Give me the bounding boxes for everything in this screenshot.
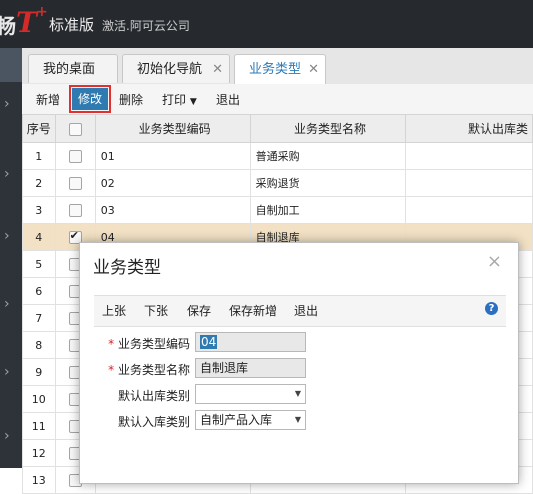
chevron-right-icon[interactable]: › [4,296,10,312]
row-checkbox[interactable] [68,203,82,217]
row-seq: 6 [22,277,56,305]
row-seq: 12 [22,439,56,467]
brand-partial-text: 畅 [0,14,16,38]
default-out-label: 默认出库类别 [117,389,190,403]
select-all-checkbox[interactable] [68,122,82,136]
chevron-right-icon[interactable]: › [4,166,10,182]
row-name: 采购退货 [249,169,407,197]
row-seq: 3 [22,196,56,224]
chevron-right-icon[interactable]: › [4,228,10,244]
default-in-label: 默认入库类别 [117,415,190,429]
close-icon[interactable]: ✕ [212,55,223,84]
dropdown-arrow-icon[interactable]: ▼ [295,385,301,403]
row-code: 02 [94,169,251,197]
chevron-right-icon[interactable]: › [4,428,10,444]
tab-my-desktop[interactable]: 我的桌面 [28,54,118,83]
tab-business-type[interactable]: 业务类型 ✕ [234,54,326,85]
default-in-value: 自制产品入库 [200,413,273,427]
sidebar: › › › › › › [0,48,22,468]
col-seq-header: 序号 [22,114,56,143]
name-label: * 业务类型名称 [108,363,190,377]
col-default-out-header: 默认出库类 [405,114,533,143]
row-checkbox[interactable] [68,149,82,163]
dropdown-arrow-icon[interactable]: ▼ [295,411,301,429]
close-icon[interactable]: ✕ [308,55,319,84]
new-button[interactable]: 新增 [36,90,60,110]
row-checkbox-cell[interactable] [54,196,96,224]
row-default-out [405,142,533,170]
sidebar-top-item[interactable] [0,48,22,82]
toolbar: 新增 修改 删除 打印 ▼ 退出 [22,84,533,115]
dialog-title: 业务类型 [93,258,161,278]
name-field[interactable]: 自制退库 [195,358,306,378]
code-field[interactable]: 04 [195,332,306,352]
row-checkbox-cell[interactable] [54,142,96,170]
tab-label: 初始化导航 [137,62,203,77]
row-seq: 4 [22,223,56,251]
row-checkbox[interactable] [68,176,82,190]
dialog-toolbar: 上张 下张 保存 保存新增 退出 ? [94,295,506,327]
save-new-button[interactable]: 保存新增 [229,302,277,319]
tab-label: 我的桌面 [43,62,96,77]
top-bar: 畅 T + 标准版 激活.阿可云公司 [0,0,533,48]
print-label: 打印 [162,93,187,107]
close-icon[interactable]: × [487,251,502,272]
row-seq: 7 [22,304,56,332]
help-icon[interactable]: ? [485,302,498,315]
edit-button[interactable]: 修改 [68,85,112,113]
tab-bar: 我的桌面 初始化导航 ✕ 业务类型 ✕ [22,48,533,85]
edition-label: 标准版 [49,16,95,34]
row-code: 03 [94,196,251,224]
header-row: 序号 业务类型编码 业务类型名称 默认出库类 [22,114,533,143]
code-value: 04 [200,335,218,349]
business-type-dialog: 业务类型 × 上张 下张 保存 保存新增 退出 ? * 业务类型编码 04 * … [79,242,519,484]
col-code-header: 业务类型编码 [94,114,251,143]
default-out-select[interactable]: ▼ [195,384,306,404]
table-row[interactable]: 2 02 采购退货 [22,169,533,197]
row-name: 普通采购 [249,142,407,170]
row-seq: 2 [22,169,56,197]
chevron-right-icon[interactable]: › [4,96,10,112]
row-seq: 10 [22,385,56,413]
dialog-exit-button[interactable]: 退出 [294,302,318,319]
tab-label: 业务类型 [249,62,302,77]
row-seq: 9 [22,358,56,386]
print-button[interactable]: 打印 ▼ [162,90,197,110]
col-select-all[interactable] [54,114,96,143]
col-name-header: 业务类型名称 [249,114,407,143]
next-button[interactable]: 下张 [144,302,168,319]
row-seq: 13 [22,466,56,494]
chevron-right-icon[interactable]: › [4,364,10,380]
row-seq: 8 [22,331,56,359]
row-seq: 11 [22,412,56,440]
row-default-out [405,196,533,224]
row-name: 自制加工 [249,196,407,224]
exit-button[interactable]: 退出 [216,90,240,110]
tab-init-guide[interactable]: 初始化导航 ✕ [122,54,230,83]
row-code: 01 [94,142,251,170]
prev-button[interactable]: 上张 [102,302,126,319]
row-seq: 1 [22,142,56,170]
company-name[interactable]: 激活.阿可云公司 [102,17,190,34]
brand-logo: T [16,6,37,39]
row-checkbox-cell[interactable] [54,169,96,197]
brand-plus-icon: + [36,4,48,20]
table-row[interactable]: 3 03 自制加工 [22,196,533,224]
row-seq: 5 [22,250,56,278]
save-button[interactable]: 保存 [187,302,211,319]
caret-down-icon: ▼ [189,97,197,107]
row-default-out [405,169,533,197]
code-label: * 业务类型编码 [108,337,190,351]
default-in-select[interactable]: 自制产品入库 ▼ [195,410,306,430]
delete-button[interactable]: 删除 [119,90,143,110]
table-row[interactable]: 1 01 普通采购 [22,142,533,170]
